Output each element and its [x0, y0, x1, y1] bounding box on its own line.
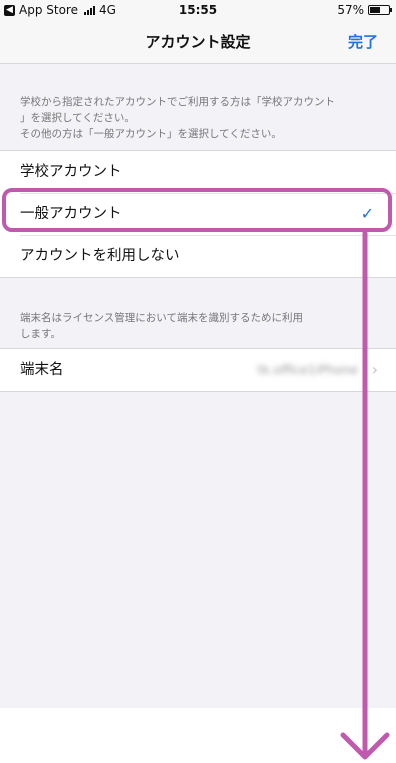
- option-school-account[interactable]: 学校アカウント: [0, 151, 396, 193]
- option-general-account[interactable]: 一般アカウント ✓: [0, 193, 396, 235]
- account-header-line-3: その他の方は「一般アカウント」を選択してください。: [20, 128, 282, 140]
- option-general-account-label: 一般アカウント: [20, 206, 122, 222]
- status-bar: ◀ App Store 4G 15:55 57%: [0, 0, 396, 20]
- option-no-account-label: アカウントを利用しない: [20, 248, 180, 264]
- done-button[interactable]: 完了: [348, 31, 378, 52]
- checkmark-icon: ✓: [360, 204, 374, 223]
- battery-fill: [370, 7, 381, 13]
- account-section-header: 学校から指定されたアカウントでご利用する方は「学校アカウント 」を選択してくださ…: [20, 94, 370, 142]
- account-options-list: 学校アカウント 一般アカウント ✓ アカウントを利用しない: [0, 150, 396, 278]
- device-name-list: 端末名 tk.office1iPhone ›: [0, 348, 396, 392]
- option-school-account-label: 学校アカウント: [20, 164, 122, 180]
- device-name-value: tk.office1iPhone: [257, 362, 358, 377]
- device-name-label: 端末名: [20, 362, 64, 378]
- device-header-line-1: 端末名はライセンス管理において端末を識別するために利用: [20, 312, 303, 324]
- page-title: アカウント設定: [145, 33, 251, 51]
- navigation-bar: アカウント設定 完了: [0, 20, 396, 64]
- device-name-row[interactable]: 端末名 tk.office1iPhone ›: [0, 349, 396, 391]
- account-header-line-2: 」を選択してください。: [20, 112, 135, 124]
- device-header-line-2: します。: [20, 328, 61, 340]
- battery-icon: [368, 5, 392, 15]
- bottom-area: [0, 708, 396, 763]
- device-section-header: 端末名はライセンス管理において端末を識別するために利用 します。: [20, 310, 370, 342]
- account-header-line-1: 学校から指定されたアカウントでご利用する方は「学校アカウント: [20, 96, 335, 108]
- battery-percent: 57%: [337, 3, 364, 17]
- status-right: 57%: [337, 3, 392, 17]
- chevron-right-icon: ›: [371, 360, 378, 379]
- option-no-account[interactable]: アカウントを利用しない: [0, 235, 396, 277]
